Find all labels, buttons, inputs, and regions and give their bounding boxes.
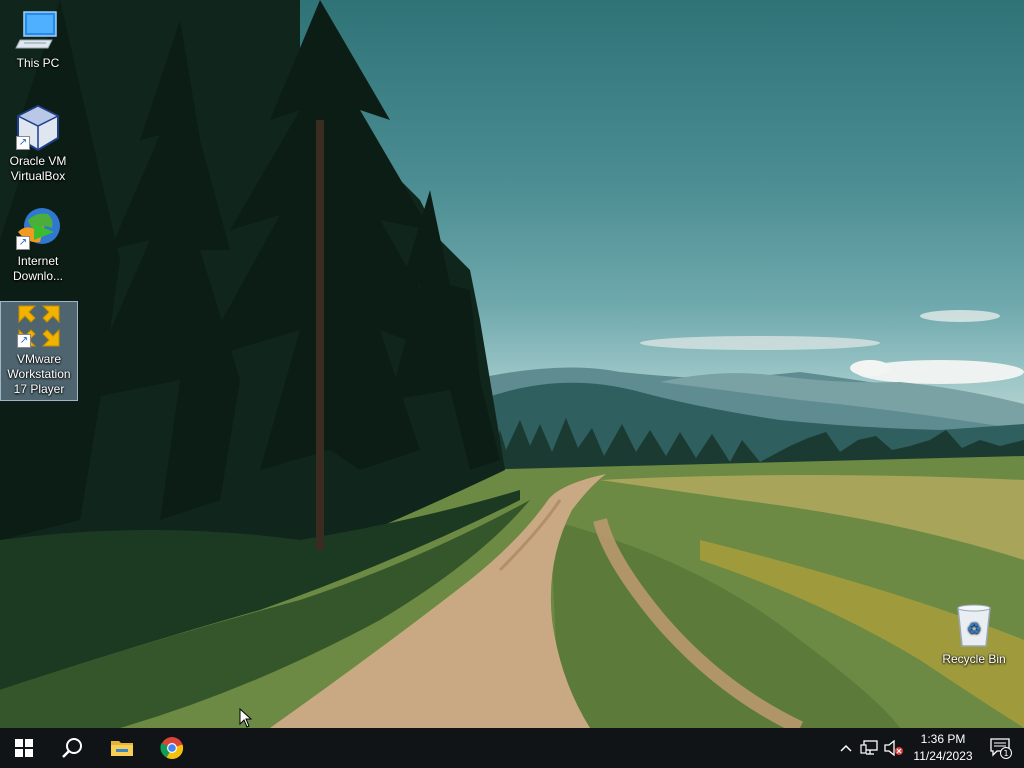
- desktop-icon-vmware-workstation-player[interactable]: ↗ VMware Workstation 17 Player: [0, 301, 78, 401]
- windows-start-icon: [15, 739, 33, 757]
- folder-icon: [111, 741, 133, 756]
- recycle-bin-icon: ♻: [950, 602, 998, 650]
- shortcut-arrow-icon: ↗: [16, 236, 30, 250]
- desktop-icon-label: This PC: [16, 56, 60, 70]
- desktop-icon-internet-download-manager[interactable]: ↗ Internet Downlo...: [0, 204, 76, 284]
- action-center-button[interactable]: 1: [986, 728, 1016, 768]
- shortcut-arrow-icon: ↗: [16, 136, 30, 150]
- clock-time: 1:36 PM: [920, 732, 966, 746]
- volume-muted-icon: [884, 740, 903, 756]
- desktop-icon-label: Recycle Bin: [942, 652, 1006, 666]
- notification-icon: 1: [990, 738, 1012, 759]
- system-tray: 1:36 PM 11/24/2023 1: [824, 728, 1024, 768]
- notification-count: 1: [1003, 749, 1008, 758]
- chevron-up-icon: [840, 744, 852, 752]
- vmware-player-icon: ↗: [15, 302, 63, 350]
- virtualbox-icon: ↗: [14, 104, 62, 152]
- this-pc-icon: [14, 6, 62, 54]
- desktop-icon-oracle-vm-virtualbox[interactable]: ↗ Oracle VM VirtualBox: [0, 104, 76, 184]
- search-icon: [62, 738, 82, 758]
- network-icon: [860, 740, 878, 755]
- clock-date: 11/24/2023: [913, 749, 973, 763]
- svg-text:♻: ♻: [967, 619, 981, 638]
- start-button[interactable]: [0, 728, 48, 768]
- search-button[interactable]: [48, 728, 96, 768]
- network-button[interactable]: [858, 728, 880, 768]
- taskbar-file-explorer[interactable]: [98, 728, 146, 768]
- desktop-icon-label: Oracle VM VirtualBox: [9, 154, 67, 183]
- desktop-icon-recycle-bin[interactable]: ♻ Recycle Bin: [936, 602, 1012, 667]
- taskbar-clock[interactable]: 1:36 PM 11/24/2023: [908, 731, 978, 765]
- desktop-icon-label: Internet Downlo...: [12, 254, 64, 283]
- taskbar-google-chrome[interactable]: [148, 728, 196, 768]
- shortcut-arrow-icon: ↗: [17, 334, 31, 348]
- show-hidden-icons-button[interactable]: [836, 728, 856, 768]
- taskbar: 1:36 PM 11/24/2023 1: [0, 728, 1024, 768]
- desktop-wallpaper: [0, 0, 1024, 728]
- wallpaper-landscape: [0, 0, 1024, 728]
- chrome-icon: [160, 737, 184, 760]
- internet-download-manager-icon: ↗: [14, 204, 62, 252]
- desktop-icon-this-pc[interactable]: This PC: [0, 6, 76, 71]
- desktop-icon-label: VMware Workstation 17 Player: [7, 352, 71, 396]
- volume-button[interactable]: [882, 728, 906, 768]
